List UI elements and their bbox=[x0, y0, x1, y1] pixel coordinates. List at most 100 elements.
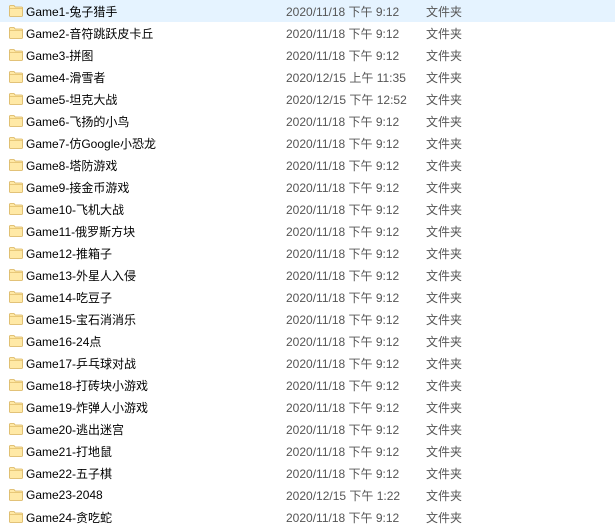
file-date: 2020/12/15 下午 12:52 bbox=[286, 91, 426, 108]
file-row[interactable]: Game11-俄罗斯方块 2020/11/18 下午 9:12 文件夹 bbox=[0, 220, 615, 242]
file-name: Game14-吃豆子 bbox=[26, 289, 286, 306]
folder-icon bbox=[6, 377, 26, 393]
folder-icon bbox=[6, 509, 26, 525]
file-name: Game24-贪吃蛇 bbox=[26, 509, 286, 526]
file-type: 文件夹 bbox=[426, 399, 506, 416]
file-name: Game21-打地鼠 bbox=[26, 443, 286, 460]
file-name: Game10-飞机大战 bbox=[26, 201, 286, 218]
file-row[interactable]: Game14-吃豆子 2020/11/18 下午 9:12 文件夹 bbox=[0, 286, 615, 308]
file-date: 2020/11/18 下午 9:12 bbox=[286, 3, 426, 20]
folder-icon bbox=[6, 443, 26, 459]
file-name: Game23-2048 bbox=[26, 488, 286, 502]
file-row[interactable]: Game15-宝石消消乐 2020/11/18 下午 9:12 文件夹 bbox=[0, 308, 615, 330]
file-type: 文件夹 bbox=[426, 47, 506, 64]
file-date: 2020/11/18 下午 9:12 bbox=[286, 465, 426, 482]
file-name: Game8-塔防游戏 bbox=[26, 157, 286, 174]
file-name: Game6-飞扬的小鸟 bbox=[26, 113, 286, 130]
folder-icon bbox=[6, 69, 26, 85]
file-row[interactable]: Game1-兔子猎手 2020/11/18 下午 9:12 文件夹 bbox=[0, 0, 615, 22]
file-type: 文件夹 bbox=[426, 289, 506, 306]
file-row[interactable]: Game5-坦克大战 2020/12/15 下午 12:52 文件夹 bbox=[0, 88, 615, 110]
file-date: 2020/11/18 下午 9:12 bbox=[286, 135, 426, 152]
folder-icon bbox=[6, 355, 26, 371]
file-date: 2020/11/18 下午 9:12 bbox=[286, 509, 426, 526]
file-name: Game11-俄罗斯方块 bbox=[26, 223, 286, 240]
folder-icon bbox=[6, 135, 26, 151]
folder-icon bbox=[6, 245, 26, 261]
file-name: Game17-乒乓球对战 bbox=[26, 355, 286, 372]
file-row[interactable]: Game10-飞机大战 2020/11/18 下午 9:12 文件夹 bbox=[0, 198, 615, 220]
file-list: Game1-兔子猎手 2020/11/18 下午 9:12 文件夹 Game2-… bbox=[0, 0, 615, 528]
file-row[interactable]: Game18-打砖块小游戏 2020/11/18 下午 9:12 文件夹 bbox=[0, 374, 615, 396]
file-name: Game13-外星人入侵 bbox=[26, 267, 286, 284]
file-type: 文件夹 bbox=[426, 377, 506, 394]
file-row[interactable]: Game23-2048 2020/12/15 下午 1:22 文件夹 bbox=[0, 484, 615, 506]
file-row[interactable]: Game22-五子棋 2020/11/18 下午 9:12 文件夹 bbox=[0, 462, 615, 484]
file-date: 2020/11/18 下午 9:12 bbox=[286, 223, 426, 240]
file-date: 2020/11/18 下午 9:12 bbox=[286, 333, 426, 350]
file-name: Game5-坦克大战 bbox=[26, 91, 286, 108]
file-row[interactable]: Game19-炸弹人小游戏 2020/11/18 下午 9:12 文件夹 bbox=[0, 396, 615, 418]
file-type: 文件夹 bbox=[426, 223, 506, 240]
file-date: 2020/11/18 下午 9:12 bbox=[286, 355, 426, 372]
file-name: Game20-逃出迷宫 bbox=[26, 421, 286, 438]
folder-icon bbox=[6, 3, 26, 19]
file-name: Game4-滑雪者 bbox=[26, 69, 286, 86]
file-name: Game16-24点 bbox=[26, 333, 286, 350]
file-name: Game1-兔子猎手 bbox=[26, 3, 286, 20]
file-row[interactable]: Game16-24点 2020/11/18 下午 9:12 文件夹 bbox=[0, 330, 615, 352]
file-type: 文件夹 bbox=[426, 355, 506, 372]
file-date: 2020/11/18 下午 9:12 bbox=[286, 421, 426, 438]
file-type: 文件夹 bbox=[426, 245, 506, 262]
file-type: 文件夹 bbox=[426, 333, 506, 350]
file-date: 2020/12/15 上午 11:35 bbox=[286, 69, 426, 86]
folder-icon bbox=[6, 289, 26, 305]
file-row[interactable]: Game2-音符跳跃皮卡丘 2020/11/18 下午 9:12 文件夹 bbox=[0, 22, 615, 44]
file-type: 文件夹 bbox=[426, 465, 506, 482]
file-row[interactable]: Game13-外星人入侵 2020/11/18 下午 9:12 文件夹 bbox=[0, 264, 615, 286]
folder-icon bbox=[6, 465, 26, 481]
folder-icon bbox=[6, 91, 26, 107]
file-row[interactable]: Game6-飞扬的小鸟 2020/11/18 下午 9:12 文件夹 bbox=[0, 110, 615, 132]
file-row[interactable]: Game9-接金币游戏 2020/11/18 下午 9:12 文件夹 bbox=[0, 176, 615, 198]
file-date: 2020/11/18 下午 9:12 bbox=[286, 245, 426, 262]
file-name: Game12-推箱子 bbox=[26, 245, 286, 262]
file-name: Game22-五子棋 bbox=[26, 465, 286, 482]
file-type: 文件夹 bbox=[426, 157, 506, 174]
folder-icon bbox=[6, 25, 26, 41]
file-type: 文件夹 bbox=[426, 135, 506, 152]
folder-icon bbox=[6, 157, 26, 173]
file-row[interactable]: Game7-仿Google小恐龙 2020/11/18 下午 9:12 文件夹 bbox=[0, 132, 615, 154]
folder-icon bbox=[6, 47, 26, 63]
file-type: 文件夹 bbox=[426, 113, 506, 130]
file-type: 文件夹 bbox=[426, 179, 506, 196]
file-row[interactable]: Game24-贪吃蛇 2020/11/18 下午 9:12 文件夹 bbox=[0, 506, 615, 528]
file-row[interactable]: Game8-塔防游戏 2020/11/18 下午 9:12 文件夹 bbox=[0, 154, 615, 176]
file-name: Game9-接金币游戏 bbox=[26, 179, 286, 196]
file-date: 2020/11/18 下午 9:12 bbox=[286, 25, 426, 42]
file-date: 2020/11/18 下午 9:12 bbox=[286, 443, 426, 460]
file-date: 2020/11/18 下午 9:12 bbox=[286, 267, 426, 284]
file-row[interactable]: Game4-滑雪者 2020/12/15 上午 11:35 文件夹 bbox=[0, 66, 615, 88]
file-name: Game7-仿Google小恐龙 bbox=[26, 135, 286, 152]
file-row[interactable]: Game12-推箱子 2020/11/18 下午 9:12 文件夹 bbox=[0, 242, 615, 264]
file-row[interactable]: Game17-乒乓球对战 2020/11/18 下午 9:12 文件夹 bbox=[0, 352, 615, 374]
folder-icon bbox=[6, 179, 26, 195]
folder-icon bbox=[6, 113, 26, 129]
folder-icon bbox=[6, 267, 26, 283]
file-date: 2020/11/18 下午 9:12 bbox=[286, 289, 426, 306]
file-type: 文件夹 bbox=[426, 3, 506, 20]
file-row[interactable]: Game21-打地鼠 2020/11/18 下午 9:12 文件夹 bbox=[0, 440, 615, 462]
file-row[interactable]: Game3-拼图 2020/11/18 下午 9:12 文件夹 bbox=[0, 44, 615, 66]
file-name: Game19-炸弹人小游戏 bbox=[26, 399, 286, 416]
folder-icon bbox=[6, 487, 26, 503]
file-type: 文件夹 bbox=[426, 487, 506, 504]
folder-icon bbox=[6, 333, 26, 349]
folder-icon bbox=[6, 399, 26, 415]
file-type: 文件夹 bbox=[426, 421, 506, 438]
folder-icon bbox=[6, 223, 26, 239]
file-date: 2020/11/18 下午 9:12 bbox=[286, 377, 426, 394]
file-name: Game2-音符跳跃皮卡丘 bbox=[26, 25, 286, 42]
file-date: 2020/11/18 下午 9:12 bbox=[286, 201, 426, 218]
file-row[interactable]: Game20-逃出迷宫 2020/11/18 下午 9:12 文件夹 bbox=[0, 418, 615, 440]
